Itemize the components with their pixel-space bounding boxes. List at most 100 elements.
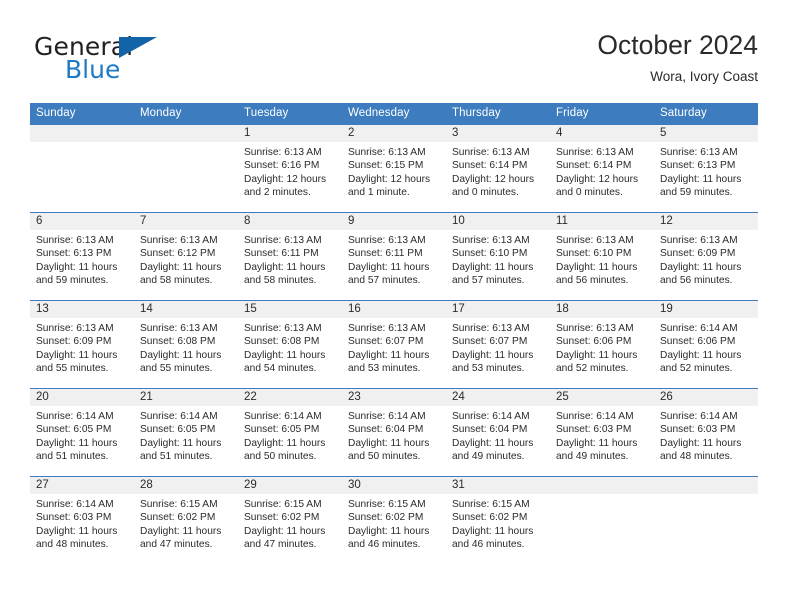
day-details: Sunrise: 6:13 AM Sunset: 6:06 PM Daylight:…: [550, 318, 654, 376]
day-cell-inner: 24 Sunrise: 6:14 AM Sunset: 6:04 PM Dayligh…: [446, 389, 550, 476]
daylight-text-line1: Daylight: 11 hours: [36, 525, 118, 537]
sunrise-text: Sunrise: 6:13 AM: [244, 147, 322, 158]
logo-triangle-icon: [119, 37, 157, 58]
daylight-text-line2: and 50 minutes.: [348, 451, 421, 463]
sunset-text: Sunset: 6:06 PM: [556, 336, 632, 348]
day-cell[interactable]: 3 Sunrise: 6:13 AM Sunset: 6:14 PM Daylight…: [446, 124, 550, 213]
day-cell-inner: [654, 477, 758, 564]
daylight-text-line1: Daylight: 11 hours: [140, 261, 222, 273]
day-number: 22: [238, 389, 342, 406]
day-details: Sunrise: 6:15 AM Sunset: 6:02 PM Daylight:…: [134, 494, 238, 552]
day-cell-inner: [30, 125, 134, 212]
sunset-text: Sunset: 6:07 PM: [452, 336, 528, 348]
sunrise-text: Sunrise: 6:13 AM: [348, 235, 426, 246]
day-cell[interactable]: 21 Sunrise: 6:14 AM Sunset: 6:05 PM Dayligh…: [134, 388, 238, 477]
day-details: Sunrise: 6:14 AM Sunset: 6:05 PM Daylight:…: [238, 406, 342, 464]
daylight-text-line2: and 0 minutes.: [556, 187, 623, 199]
sunrise-text: Sunrise: 6:15 AM: [244, 499, 322, 510]
sunset-text: Sunset: 6:14 PM: [556, 160, 632, 172]
day-cell[interactable]: 17 Sunrise: 6:13 AM Sunset: 6:07 PM Dayligh…: [446, 300, 550, 389]
day-number: 6: [30, 213, 134, 230]
sunrise-text: Sunrise: 6:14 AM: [36, 411, 114, 422]
daylight-text-line1: Daylight: 12 hours: [556, 173, 639, 185]
day-cell[interactable]: [654, 476, 758, 565]
day-cell[interactable]: 20 Sunrise: 6:14 AM Sunset: 6:05 PM Dayligh…: [30, 388, 134, 477]
day-cell-inner: 12 Sunrise: 6:13 AM Sunset: 6:09 PM Dayligh…: [654, 213, 758, 300]
calendar-header-row: Sunday Monday Tuesday Wednesday Thursday…: [30, 103, 758, 125]
day-cell[interactable]: 25 Sunrise: 6:14 AM Sunset: 6:03 PM Dayligh…: [550, 388, 654, 477]
day-cell[interactable]: 22 Sunrise: 6:14 AM Sunset: 6:05 PM Dayligh…: [238, 388, 342, 477]
day-cell[interactable]: [550, 476, 654, 565]
day-cell-inner: 6 Sunrise: 6:13 AM Sunset: 6:13 PM Daylight…: [30, 213, 134, 300]
sunset-text: Sunset: 6:10 PM: [452, 248, 528, 260]
day-number: 27: [30, 477, 134, 494]
day-cell-inner: 23 Sunrise: 6:14 AM Sunset: 6:04 PM Dayligh…: [342, 389, 446, 476]
sunset-text: Sunset: 6:02 PM: [140, 512, 216, 524]
day-cell[interactable]: 1 Sunrise: 6:13 AM Sunset: 6:16 PM Daylight…: [238, 124, 342, 213]
day-cell[interactable]: 19 Sunrise: 6:14 AM Sunset: 6:06 PM Dayligh…: [654, 300, 758, 389]
daylight-text-line1: Daylight: 11 hours: [348, 261, 430, 273]
day-cell[interactable]: 16 Sunrise: 6:13 AM Sunset: 6:07 PM Dayligh…: [342, 300, 446, 389]
daylight-text-line1: Daylight: 11 hours: [660, 437, 742, 449]
sunrise-text: Sunrise: 6:13 AM: [244, 235, 322, 246]
general-blue-logo: General Blue: [34, 32, 264, 90]
sunrise-text: Sunrise: 6:13 AM: [556, 147, 634, 158]
day-cell[interactable]: 10 Sunrise: 6:13 AM Sunset: 6:10 PM Dayligh…: [446, 212, 550, 301]
day-details: Sunrise: 6:13 AM Sunset: 6:09 PM Daylight:…: [654, 230, 758, 288]
daylight-text-line2: and 49 minutes.: [452, 451, 525, 463]
day-cell[interactable]: 6 Sunrise: 6:13 AM Sunset: 6:13 PM Daylight…: [30, 212, 134, 301]
daylight-text-line2: and 56 minutes.: [660, 275, 733, 287]
day-cell[interactable]: 26 Sunrise: 6:14 AM Sunset: 6:03 PM Dayligh…: [654, 388, 758, 477]
day-cell[interactable]: 11 Sunrise: 6:13 AM Sunset: 6:10 PM Dayligh…: [550, 212, 654, 301]
day-cell[interactable]: 30 Sunrise: 6:15 AM Sunset: 6:02 PM Dayligh…: [342, 476, 446, 565]
daylight-text-line1: Daylight: 11 hours: [140, 525, 222, 537]
day-cell[interactable]: 18 Sunrise: 6:13 AM Sunset: 6:06 PM Dayligh…: [550, 300, 654, 389]
sunrise-text: Sunrise: 6:13 AM: [140, 235, 218, 246]
day-cell[interactable]: 14 Sunrise: 6:13 AM Sunset: 6:08 PM Dayligh…: [134, 300, 238, 389]
day-cell[interactable]: 5 Sunrise: 6:13 AM Sunset: 6:13 PM Daylight…: [654, 124, 758, 213]
day-cell[interactable]: 13 Sunrise: 6:13 AM Sunset: 6:09 PM Dayligh…: [30, 300, 134, 389]
day-cell[interactable]: 29 Sunrise: 6:15 AM Sunset: 6:02 PM Dayligh…: [238, 476, 342, 565]
day-cell-inner: 26 Sunrise: 6:14 AM Sunset: 6:03 PM Dayligh…: [654, 389, 758, 476]
day-cell[interactable]: 9 Sunrise: 6:13 AM Sunset: 6:11 PM Daylight…: [342, 212, 446, 301]
day-cell[interactable]: 15 Sunrise: 6:13 AM Sunset: 6:08 PM Dayligh…: [238, 300, 342, 389]
sunrise-text: Sunrise: 6:13 AM: [140, 323, 218, 334]
day-cell[interactable]: 7 Sunrise: 6:13 AM Sunset: 6:12 PM Daylight…: [134, 212, 238, 301]
week-row: 27 Sunrise: 6:14 AM Sunset: 6:03 PM Dayligh…: [30, 476, 758, 565]
sunrise-text: Sunrise: 6:13 AM: [36, 235, 114, 246]
sunset-text: Sunset: 6:16 PM: [244, 160, 320, 172]
day-cell[interactable]: [134, 124, 238, 213]
day-cell[interactable]: 23 Sunrise: 6:14 AM Sunset: 6:04 PM Dayligh…: [342, 388, 446, 477]
day-details: Sunrise: 6:15 AM Sunset: 6:02 PM Daylight:…: [342, 494, 446, 552]
day-cell[interactable]: 28 Sunrise: 6:15 AM Sunset: 6:02 PM Dayligh…: [134, 476, 238, 565]
day-cell[interactable]: 4 Sunrise: 6:13 AM Sunset: 6:14 PM Daylight…: [550, 124, 654, 213]
day-details: Sunrise: 6:13 AM Sunset: 6:08 PM Daylight:…: [238, 318, 342, 376]
daylight-text-line2: and 55 minutes.: [36, 363, 109, 375]
weekday-header-saturday: Saturday: [654, 103, 758, 125]
daylight-text-line2: and 46 minutes.: [452, 539, 525, 551]
day-cell[interactable]: 24 Sunrise: 6:14 AM Sunset: 6:04 PM Dayligh…: [446, 388, 550, 477]
sunset-text: Sunset: 6:15 PM: [348, 160, 424, 172]
page-header: General Blue October 2024 Wora, Ivory Co…: [34, 28, 758, 94]
day-cell[interactable]: 12 Sunrise: 6:13 AM Sunset: 6:09 PM Dayligh…: [654, 212, 758, 301]
day-cell-inner: 14 Sunrise: 6:13 AM Sunset: 6:08 PM Dayligh…: [134, 301, 238, 388]
logo-text-blue: Blue: [65, 55, 121, 84]
sunrise-text: Sunrise: 6:14 AM: [36, 499, 114, 510]
day-cell-inner: 15 Sunrise: 6:13 AM Sunset: 6:08 PM Dayligh…: [238, 301, 342, 388]
day-number: [30, 125, 134, 142]
day-cell-inner: 30 Sunrise: 6:15 AM Sunset: 6:02 PM Dayligh…: [342, 477, 446, 564]
day-number: 2: [342, 125, 446, 142]
day-cell[interactable]: 27 Sunrise: 6:14 AM Sunset: 6:03 PM Dayligh…: [30, 476, 134, 565]
sunset-text: Sunset: 6:07 PM: [348, 336, 424, 348]
day-cell-inner: 11 Sunrise: 6:13 AM Sunset: 6:10 PM Dayligh…: [550, 213, 654, 300]
day-cell-inner: 19 Sunrise: 6:14 AM Sunset: 6:06 PM Dayligh…: [654, 301, 758, 388]
day-cell[interactable]: 8 Sunrise: 6:13 AM Sunset: 6:11 PM Daylight…: [238, 212, 342, 301]
day-cell[interactable]: 2 Sunrise: 6:13 AM Sunset: 6:15 PM Daylight…: [342, 124, 446, 213]
sunset-text: Sunset: 6:02 PM: [244, 512, 320, 524]
day-cell[interactable]: [30, 124, 134, 213]
day-number: 14: [134, 301, 238, 318]
daylight-text-line1: Daylight: 12 hours: [452, 173, 535, 185]
day-cell[interactable]: 31 Sunrise: 6:15 AM Sunset: 6:02 PM Dayligh…: [446, 476, 550, 565]
daylight-text-line1: Daylight: 11 hours: [348, 349, 430, 361]
daylight-text-line2: and 47 minutes.: [140, 539, 213, 551]
